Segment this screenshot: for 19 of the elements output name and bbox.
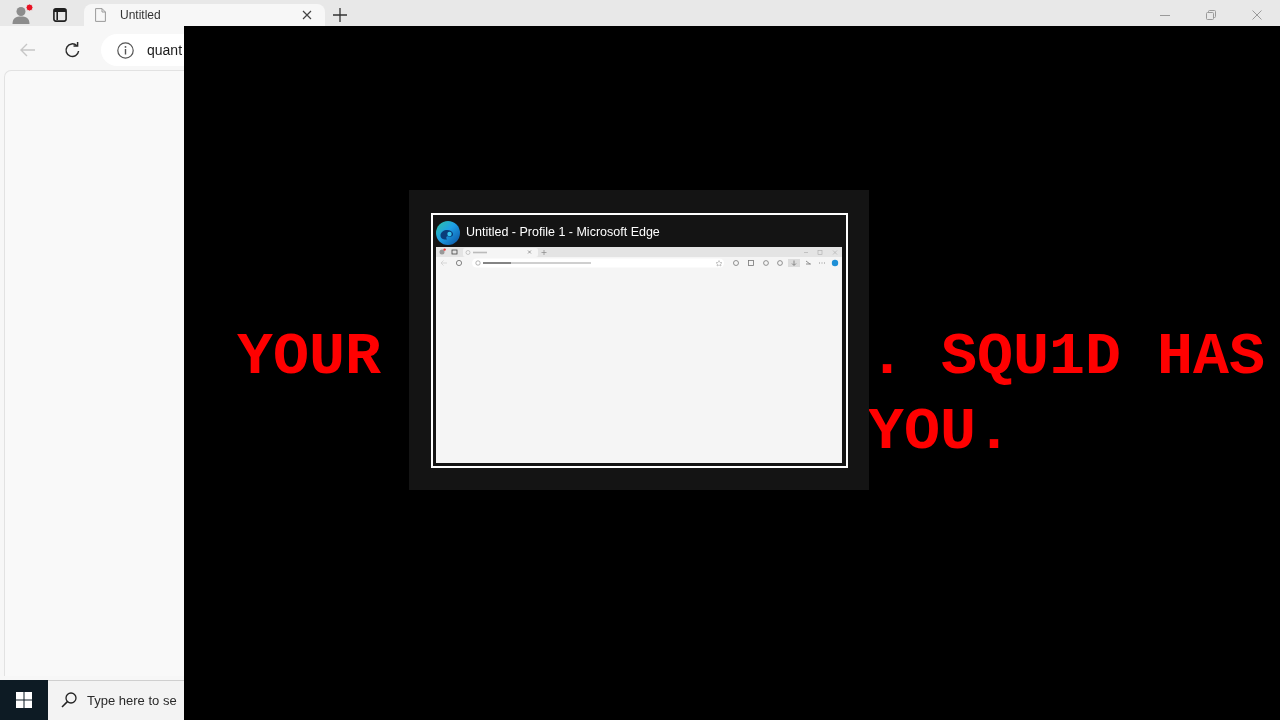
document-icon [95, 8, 106, 22]
address-field[interactable]: quant [101, 34, 184, 66]
refresh-icon[interactable] [64, 41, 81, 59]
windows-logo-icon [16, 692, 32, 708]
window-thumbnail[interactable]: Untitled - Profile 1 - Microsoft Edge [431, 213, 848, 468]
window-title: Untitled - Profile 1 - Microsoft Edge [466, 226, 660, 239]
app-logo-icon [436, 220, 460, 245]
person-avatar-icon[interactable] [11, 3, 34, 26]
close-icon[interactable] [302, 10, 312, 20]
start-button[interactable] [0, 680, 48, 720]
browser-tab[interactable]: Untitled [84, 4, 325, 26]
tab-panel-icon[interactable] [53, 8, 67, 22]
warning-text: YOU. [868, 397, 1013, 468]
search-icon [61, 692, 77, 708]
warning-text: . SQU1D HAS [868, 322, 1265, 393]
search-field[interactable]: Type here to se [48, 680, 184, 720]
new-tab-icon[interactable] [333, 8, 347, 22]
info-icon [117, 41, 134, 59]
warning-text: YOUR [237, 322, 382, 393]
